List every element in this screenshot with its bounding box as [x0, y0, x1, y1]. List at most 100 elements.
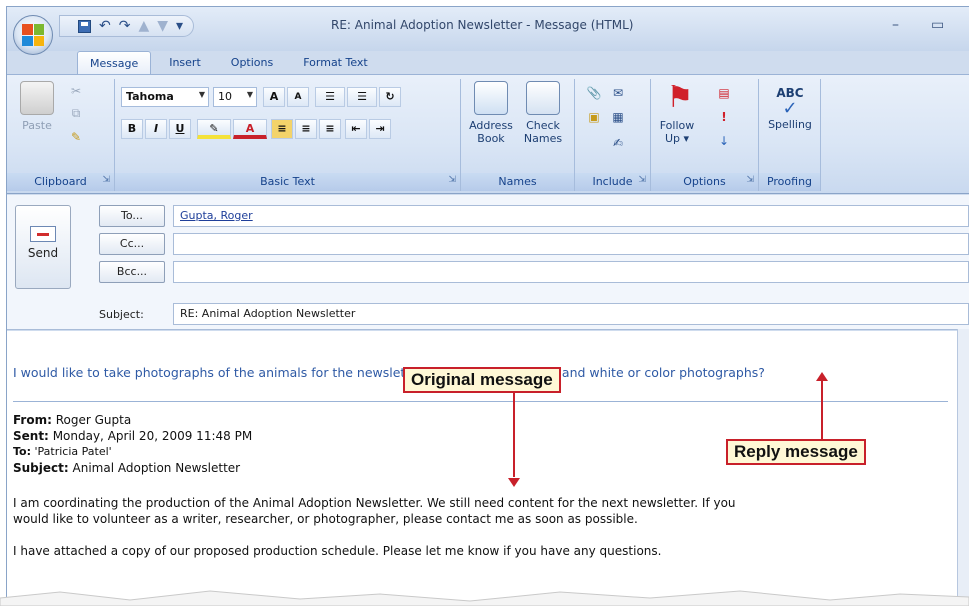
tab-format-text[interactable]: Format Text: [291, 51, 380, 75]
original-message-arrow: [513, 393, 515, 477]
previous-item-icon[interactable]: ▲: [138, 19, 149, 33]
tab-message[interactable]: Message: [77, 51, 152, 75]
send-button[interactable]: Send: [15, 205, 71, 289]
numbering-button[interactable]: ☰: [347, 87, 377, 107]
ribbon: Paste ✂ ⧉ ✎ Clipboard ⇲ Tahoma ▼ 10 ▼ A …: [7, 74, 969, 194]
basic-text-launcher-icon[interactable]: ⇲: [448, 175, 456, 185]
include-launcher-icon[interactable]: ⇲: [638, 175, 646, 185]
ribbon-tabs: Message Insert Options Format Text: [77, 51, 380, 75]
to-field[interactable]: Gupta, Roger: [173, 205, 969, 227]
window-title: RE: Animal Adoption Newsletter - Message…: [331, 18, 634, 32]
reply-message-arrow: [821, 381, 823, 439]
attach-item-icon[interactable]: ✉: [609, 85, 627, 101]
proofing-group-label: Proofing: [759, 173, 820, 191]
arrow-up-icon: [816, 372, 828, 381]
subject-label: Subject:: [99, 308, 144, 321]
format-painter-icon[interactable]: ✎: [67, 129, 85, 145]
font-size-select[interactable]: 10 ▼: [213, 87, 257, 107]
styles-button[interactable]: ↻: [379, 87, 401, 107]
options-group-label: Options: [651, 173, 758, 191]
names-group: Address Book Check Names Names: [461, 79, 575, 191]
tab-options[interactable]: Options: [219, 51, 285, 75]
copy-icon[interactable]: ⧉: [67, 105, 85, 121]
bcc-field[interactable]: [173, 261, 969, 283]
minimize-button[interactable]: –: [892, 17, 899, 33]
office-logo-icon: [22, 24, 44, 46]
redo-icon[interactable]: ↷: [119, 19, 131, 33]
original-subject: Subject: Animal Adoption Newsletter: [13, 461, 241, 475]
bcc-button[interactable]: Bcc...: [99, 261, 165, 283]
font-color-button[interactable]: A: [233, 119, 267, 139]
original-from: From: Roger Gupta: [13, 413, 132, 427]
highlight-button[interactable]: ✎: [197, 119, 231, 139]
address-book-icon: [474, 81, 508, 115]
maximize-button[interactable]: ▭: [931, 17, 944, 33]
spelling-button[interactable]: ABC ✓ Spelling: [763, 81, 817, 132]
calendar-icon[interactable]: ▦: [609, 109, 627, 125]
subject-field[interactable]: RE: Animal Adoption Newsletter: [173, 303, 969, 325]
original-message-callout: Original message: [403, 367, 561, 393]
paste-icon: [20, 81, 54, 115]
reply-divider: [13, 401, 948, 402]
bullets-button[interactable]: ☰: [315, 87, 345, 107]
original-paragraph-2: I have attached a copy of our proposed p…: [13, 544, 662, 558]
align-center-button[interactable]: ≡: [295, 119, 317, 139]
bold-button[interactable]: B: [121, 119, 143, 139]
original-sent: Sent: Monday, April 20, 2009 11:48 PM: [13, 429, 253, 443]
next-item-icon[interactable]: ▼: [157, 19, 168, 33]
chevron-down-icon: ▼: [246, 90, 253, 99]
message-header: Send To... Gupta, Roger Cc... Bcc... Sub…: [7, 195, 969, 330]
shrink-font-button[interactable]: A: [287, 87, 309, 107]
font-name-select[interactable]: Tahoma ▼: [121, 87, 209, 107]
align-right-button[interactable]: ≡: [319, 119, 341, 139]
undo-icon[interactable]: ↶: [99, 19, 111, 33]
torn-edge: [0, 590, 969, 606]
to-button[interactable]: To...: [99, 205, 165, 227]
address-book-button[interactable]: Address Book: [467, 81, 515, 145]
cc-field[interactable]: [173, 233, 969, 255]
check-names-button[interactable]: Check Names: [519, 81, 567, 145]
outlook-message-window: ↶ ↷ ▲ ▼ ▾ RE: Animal Adoption Newsletter…: [6, 6, 969, 606]
options-group: ⚑ Follow Up ▾ ▤ ! ↓ Options ⇲: [651, 79, 759, 191]
send-icon: [30, 226, 56, 242]
original-to: To: 'Patricia Patel': [13, 445, 112, 458]
cut-icon[interactable]: ✂: [67, 83, 85, 99]
flag-icon: ⚑: [666, 80, 694, 115]
proofing-group: ABC ✓ Spelling Proofing: [759, 79, 821, 191]
basic-text-group: Tahoma ▼ 10 ▼ A A ☰ ☰ ↻ B I U ✎ A ≡ ≡ ≡ …: [115, 79, 461, 191]
checkmark-icon: ✓: [782, 98, 798, 119]
high-importance-icon[interactable]: !: [715, 109, 733, 125]
categorize-icon[interactable]: ▤: [715, 85, 733, 101]
customize-toolbar-icon[interactable]: ▾: [176, 19, 183, 33]
signature-icon[interactable]: ✍: [609, 135, 627, 151]
paste-button[interactable]: Paste: [17, 81, 57, 132]
names-group-label: Names: [461, 173, 574, 191]
original-paragraph-1: I am coordinating the production of the …: [13, 496, 736, 526]
tab-insert[interactable]: Insert: [157, 51, 213, 75]
increase-indent-button[interactable]: ⇥: [369, 119, 391, 139]
save-icon[interactable]: [78, 19, 91, 33]
vertical-scrollbar[interactable]: [957, 329, 969, 606]
title-bar: ↶ ↷ ▲ ▼ ▾ RE: Animal Adoption Newsletter…: [7, 7, 969, 51]
underline-button[interactable]: U: [169, 119, 191, 139]
quick-access-toolbar: ↶ ↷ ▲ ▼ ▾: [59, 15, 195, 37]
options-launcher-icon[interactable]: ⇲: [746, 175, 754, 185]
include-group: 📎 ✉ ▣ ▦ ✍ Include ⇲: [575, 79, 651, 191]
chevron-down-icon: ▼: [198, 90, 205, 99]
basic-text-group-label: Basic Text: [115, 173, 460, 191]
clipboard-group: Paste ✂ ⧉ ✎ Clipboard ⇲: [7, 79, 115, 191]
decrease-indent-button[interactable]: ⇤: [345, 119, 367, 139]
clipboard-group-label: Clipboard: [7, 173, 114, 191]
clipboard-launcher-icon[interactable]: ⇲: [102, 175, 110, 185]
attach-file-icon[interactable]: 📎: [585, 85, 603, 101]
low-importance-icon[interactable]: ↓: [715, 133, 733, 149]
reply-message-callout: Reply message: [726, 439, 866, 465]
reply-text: I would like to take photographs of the …: [13, 365, 765, 380]
grow-font-button[interactable]: A: [263, 87, 285, 107]
business-card-icon[interactable]: ▣: [585, 109, 603, 125]
office-button[interactable]: [13, 15, 53, 55]
align-left-button[interactable]: ≡: [271, 119, 293, 139]
italic-button[interactable]: I: [145, 119, 167, 139]
cc-button[interactable]: Cc...: [99, 233, 165, 255]
follow-up-button[interactable]: ⚑ Follow Up ▾: [657, 80, 703, 146]
